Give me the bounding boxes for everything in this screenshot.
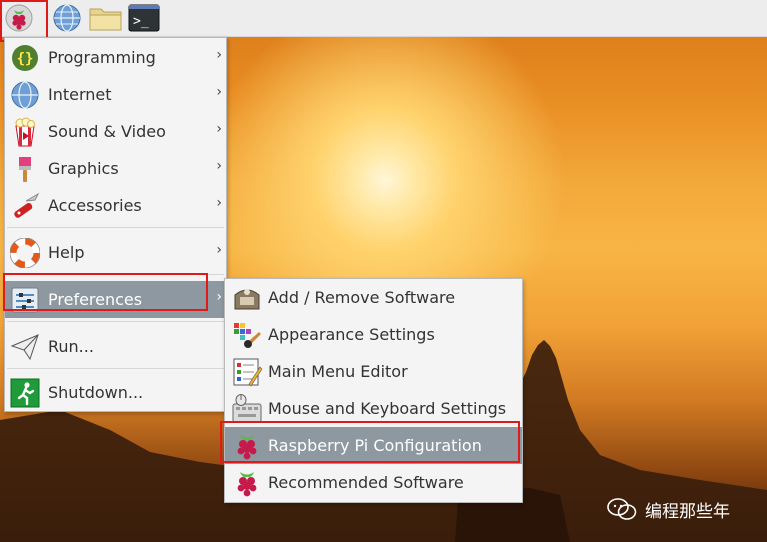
menu-item-run[interactable]: Run... xyxy=(5,328,226,365)
menu-item-internet[interactable]: Internet › xyxy=(5,76,226,113)
submenu-item-label: Raspberry Pi Configuration xyxy=(268,436,482,455)
raspberry-icon xyxy=(237,435,257,460)
globe-icon xyxy=(53,4,81,32)
package-icon xyxy=(234,289,260,310)
paintbrush-icon xyxy=(19,157,31,182)
file-manager-button[interactable] xyxy=(89,3,122,33)
menu-item-label: Run... xyxy=(48,337,94,356)
menu-item-label: Accessories xyxy=(48,196,142,215)
menu-item-preferences[interactable]: Preferences › xyxy=(5,281,226,318)
web-browser-button[interactable] xyxy=(52,3,82,33)
menu-separator xyxy=(7,274,224,275)
menu-item-label: Sound & Video xyxy=(48,122,166,141)
submenu-item-label: Add / Remove Software xyxy=(268,288,456,307)
menu-editor-icon xyxy=(233,358,262,387)
submenu-item-raspberry-pi-configuration[interactable]: Raspberry Pi Configuration xyxy=(225,427,522,464)
submenu-item-label: Recommended Software xyxy=(268,473,464,492)
terminal-button[interactable]: >_ xyxy=(128,3,160,33)
menu-item-shutdown[interactable]: Shutdown... xyxy=(5,374,226,411)
globe-icon xyxy=(11,81,39,109)
svg-text:{}: {} xyxy=(17,51,34,67)
popcorn-icon xyxy=(15,117,35,147)
main-menu: {} Programming › Internet › Sound & Vide… xyxy=(4,37,227,412)
knife-icon xyxy=(14,192,40,218)
paper-plane-icon xyxy=(10,334,39,361)
lifebuoy-icon xyxy=(10,238,40,268)
submenu-item-label: Mouse and Keyboard Settings xyxy=(268,399,507,418)
submenu-item-mouse-keyboard-settings[interactable]: Mouse and Keyboard Settings xyxy=(225,390,522,427)
chevron-right-icon: › xyxy=(216,47,222,63)
submenu-item-appearance-settings[interactable]: Appearance Settings xyxy=(225,316,522,353)
exit-icon xyxy=(10,378,40,408)
menu-item-accessories[interactable]: Accessories › xyxy=(5,187,226,224)
menu-separator xyxy=(7,227,224,228)
palette-icon xyxy=(234,323,261,348)
chevron-right-icon: › xyxy=(216,242,222,258)
submenu-item-main-menu-editor[interactable]: Main Menu Editor xyxy=(225,353,522,390)
menu-item-label: Internet xyxy=(48,85,112,104)
menu-item-label: Shutdown... xyxy=(48,383,144,402)
preferences-submenu: Add / Remove Software Appearance Setting… xyxy=(224,278,523,503)
wechat-icon xyxy=(607,498,637,520)
menu-item-label: Help xyxy=(48,243,85,262)
menu-item-label: Graphics xyxy=(48,159,119,178)
chevron-right-icon: › xyxy=(216,121,222,137)
menu-separator xyxy=(7,368,224,369)
chevron-right-icon: › xyxy=(216,195,222,211)
terminal-icon: >_ xyxy=(128,4,160,32)
raspberry-icon xyxy=(5,4,33,32)
menu-item-sound-video[interactable]: Sound & Video › xyxy=(5,113,226,150)
raspberry-menu-button[interactable] xyxy=(4,3,34,33)
chevron-right-icon: › xyxy=(216,158,222,174)
chevron-right-icon: › xyxy=(216,289,222,305)
taskbar: >_ xyxy=(0,0,767,37)
chevron-right-icon: › xyxy=(216,84,222,100)
watermark: 编程那些年 xyxy=(607,494,730,524)
menu-item-help[interactable]: Help › xyxy=(5,234,226,271)
submenu-item-label: Appearance Settings xyxy=(268,325,435,344)
menu-item-graphics[interactable]: Graphics › xyxy=(5,150,226,187)
svg-text:>_: >_ xyxy=(133,14,149,29)
watermark-text: 编程那些年 xyxy=(645,501,730,522)
folder-icon xyxy=(89,8,122,31)
submenu-item-add-remove-software[interactable]: Add / Remove Software xyxy=(225,279,522,316)
menu-item-programming[interactable]: {} Programming › xyxy=(5,39,226,76)
keyboard-mouse-icon xyxy=(232,394,262,423)
submenu-item-label: Main Menu Editor xyxy=(268,362,408,381)
raspberry-icon xyxy=(237,472,257,497)
programming-icon: {} xyxy=(12,45,38,71)
menu-item-label: Preferences xyxy=(48,290,143,309)
menu-separator xyxy=(7,321,224,322)
menu-item-label: Programming xyxy=(48,48,156,67)
preferences-icon xyxy=(11,287,39,313)
submenu-item-recommended-software[interactable]: Recommended Software xyxy=(225,464,522,501)
